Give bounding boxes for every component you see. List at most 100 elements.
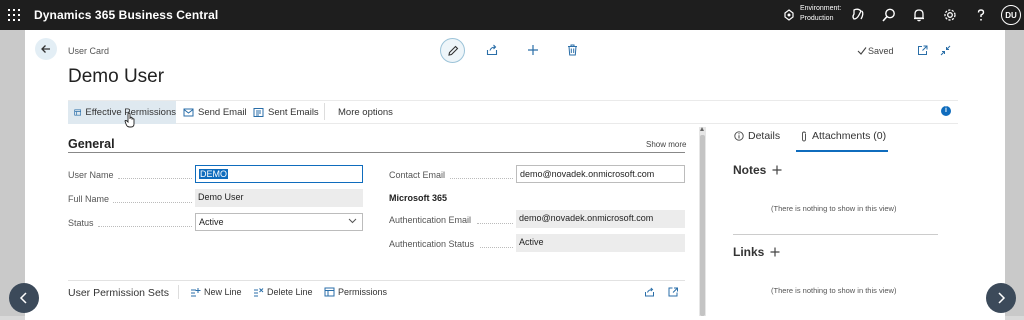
links-header: Links — [733, 245, 780, 259]
status-label: Status — [68, 218, 94, 228]
info-circle-icon — [734, 131, 744, 141]
email-icon — [183, 108, 194, 117]
action-separator — [324, 103, 325, 120]
tab-attachments[interactable]: Attachments (0) — [800, 130, 886, 142]
new-line-icon — [191, 288, 201, 297]
user-permission-sets-title: User Permission Sets — [68, 287, 169, 299]
collapse-icon[interactable] — [940, 45, 951, 56]
authentication-email-label: Authentication Email — [389, 215, 472, 225]
leader-dots — [477, 223, 513, 224]
add-link-plus-icon[interactable] — [770, 247, 780, 257]
environment-icon — [784, 9, 794, 21]
full-name-label: Full Name — [68, 194, 110, 204]
breadcrumb: User Card — [68, 46, 110, 56]
background-right — [1005, 30, 1024, 316]
leader-dots — [480, 247, 513, 248]
sent-emails-icon — [253, 108, 264, 117]
vertical-scrollbar[interactable] — [699, 127, 706, 316]
search-icon[interactable] — [881, 7, 897, 23]
permissions-icon — [324, 287, 335, 297]
next-button[interactable] — [986, 283, 1016, 313]
share-icon[interactable] — [644, 287, 655, 297]
user-name-label: User Name — [68, 170, 114, 180]
authentication-status-field[interactable]: Active — [516, 234, 685, 252]
delete-line-action[interactable]: Delete Line — [253, 287, 313, 297]
authentication-email-field[interactable]: demo@novadek.onmicrosoft.com — [516, 210, 685, 228]
general-section-title: General — [68, 137, 115, 151]
app-launcher-icon[interactable] — [8, 9, 20, 21]
more-options-action[interactable]: More options — [338, 101, 393, 124]
leader-dots — [113, 202, 192, 203]
leader-dots — [118, 178, 192, 179]
user-name-value: DEMO — [199, 169, 228, 179]
microsoft-365-heading: Microsoft 365 — [389, 193, 448, 203]
top-bar: Dynamics 365 Business Central Environmen… — [0, 0, 1024, 30]
permissions-icon — [74, 109, 82, 116]
active-tab-indicator — [796, 150, 888, 152]
send-email-label: Send Email — [198, 107, 247, 118]
delete-line-icon — [254, 288, 264, 297]
hand-cursor-icon — [124, 112, 135, 128]
part-divider — [68, 280, 685, 281]
checkmark-icon — [857, 47, 867, 55]
environment-label: Environment: — [800, 5, 842, 12]
app-name: Dynamics 365 Business Central — [34, 8, 219, 22]
saved-status: Saved — [868, 46, 894, 56]
section-divider — [68, 152, 685, 153]
edit-button[interactable] — [440, 38, 465, 63]
sent-emails-label: Sent Emails — [268, 107, 319, 118]
add-note-plus-icon[interactable] — [772, 165, 782, 175]
paperclip-icon — [802, 131, 806, 141]
page-title: Demo User — [68, 66, 165, 87]
arrow-left-icon — [41, 45, 50, 53]
more-options-label: More options — [338, 107, 393, 118]
full-name-field[interactable]: Demo User — [195, 189, 363, 207]
tab-details[interactable]: Details — [734, 130, 780, 142]
send-email-action[interactable]: Send Email — [183, 101, 247, 124]
copilot-icon[interactable] — [850, 7, 866, 23]
chevron-left-icon — [19, 292, 27, 304]
sent-emails-action[interactable]: Sent Emails — [253, 101, 319, 124]
pencil-icon — [447, 45, 458, 56]
info-icon[interactable]: i — [941, 106, 951, 116]
status-value: Active — [199, 217, 224, 227]
notes-title: Notes — [733, 163, 767, 177]
show-more-link[interactable]: Show more — [646, 140, 686, 149]
share-icon[interactable] — [486, 44, 498, 56]
previous-button[interactable] — [9, 283, 39, 313]
effective-permissions-action[interactable]: Effective Permissions — [68, 101, 176, 124]
tab-attachments-label: Attachments (0) — [812, 130, 887, 142]
contact-email-label: Contact Email — [389, 170, 446, 180]
status-dropdown[interactable]: Active — [195, 213, 363, 231]
contact-email-field[interactable]: demo@novadek.onmicrosoft.com — [516, 165, 685, 183]
delete-trash-icon[interactable] — [567, 44, 578, 56]
environment-value: Production — [800, 15, 834, 22]
help-icon[interactable] — [973, 7, 989, 23]
leader-dots — [450, 178, 513, 179]
chevron-down-icon — [348, 218, 357, 224]
user-name-field[interactable]: DEMO — [195, 165, 363, 183]
user-card-page — [25, 30, 1005, 320]
delete-line-label: Delete Line — [267, 287, 313, 297]
factbox-divider — [733, 234, 938, 235]
user-avatar[interactable]: DU — [1001, 5, 1021, 25]
scrollbar-thumb[interactable] — [700, 135, 705, 316]
tab-details-label: Details — [748, 130, 781, 142]
new-plus-icon[interactable] — [527, 44, 539, 56]
settings-gear-icon[interactable] — [942, 7, 958, 23]
action-bar: Effective Permissions Send Email Sent Em… — [68, 100, 958, 124]
leader-dots — [98, 226, 192, 227]
new-line-action[interactable]: New Line — [190, 287, 242, 297]
open-new-window-icon[interactable] — [668, 287, 679, 297]
scroll-up-arrow[interactable] — [700, 127, 704, 131]
permissions-action[interactable]: Permissions — [324, 287, 387, 297]
background-left — [0, 30, 25, 316]
notifications-bell-icon[interactable] — [911, 7, 927, 23]
links-empty-message: (There is nothing to show in this view) — [771, 286, 897, 295]
back-button[interactable] — [35, 38, 57, 60]
open-new-window-icon[interactable] — [917, 45, 928, 56]
notes-header: Notes — [733, 163, 782, 177]
part-separator — [178, 285, 179, 299]
permissions-label: Permissions — [338, 287, 388, 297]
chevron-right-icon — [998, 292, 1006, 304]
